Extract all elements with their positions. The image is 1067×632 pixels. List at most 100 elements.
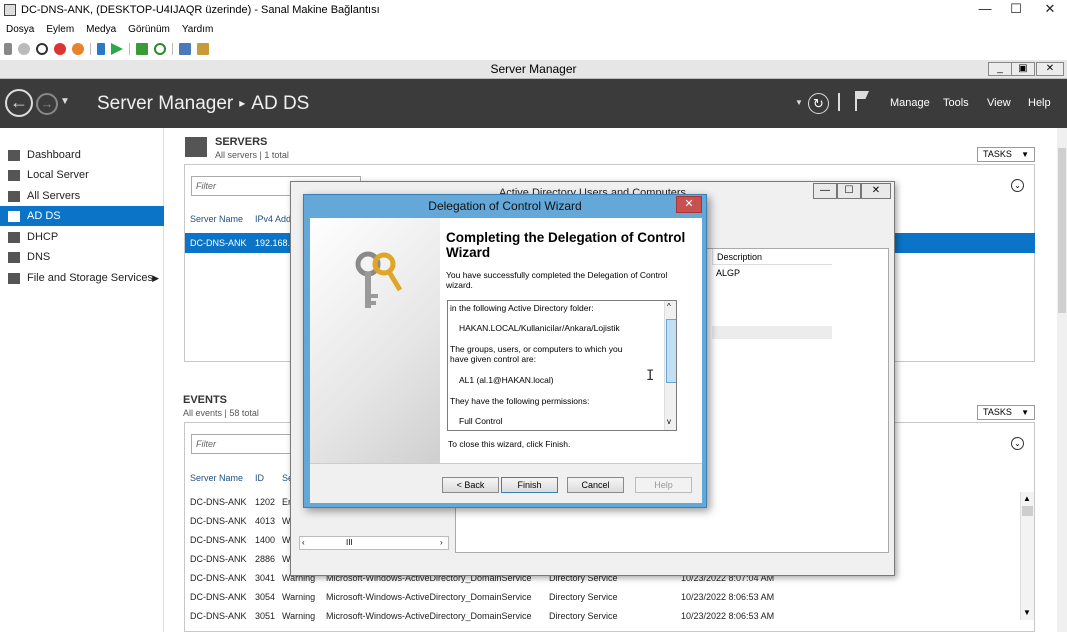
events-section-title: EVENTS [183, 394, 228, 406]
event-date-cell: 10/23/2022 8:06:53 AM [681, 611, 775, 621]
sidebar-item-all-servers[interactable]: All Servers [0, 186, 164, 206]
summary-line: have given control are: [450, 354, 536, 364]
resume-icon[interactable] [111, 43, 123, 55]
events-scrollbar[interactable]: ▲ ▼ [1020, 492, 1034, 620]
turn-off-icon[interactable] [36, 43, 48, 55]
event-log-cell: Directory Service [549, 611, 618, 621]
scroll-thumb[interactable] [666, 319, 676, 383]
scroll-up-icon[interactable]: ^ [667, 302, 671, 311]
column-header-description[interactable]: Description [712, 249, 832, 265]
aduc-minimize-button[interactable]: — [813, 183, 837, 199]
main-scrollbar[interactable] [1057, 128, 1067, 632]
summary-scrollbar[interactable]: ^ v [664, 301, 676, 430]
history-dropdown-icon[interactable]: ▼ [60, 96, 70, 107]
sidebar-item-label: All Servers [27, 190, 81, 202]
help-button[interactable]: Help [635, 477, 692, 493]
back-button[interactable]: < Back [442, 477, 499, 493]
vm-close-button[interactable]: ✕ [1027, 0, 1067, 20]
wizard-summary-textbox[interactable]: in the following Active Directory folder… [447, 300, 677, 431]
cancel-button[interactable]: Cancel [567, 477, 624, 493]
wizard-content: Completing the Delegation of Control Wiz… [440, 218, 702, 463]
event-id-cell: 3041 [255, 573, 276, 583]
menu-gorunum[interactable]: Görünüm [122, 24, 176, 35]
sidebar-item-dashboard[interactable]: Dashboard [0, 145, 164, 165]
servers-section-title: SERVERS [215, 136, 268, 148]
event-source-cell: Microsoft-Windows-ActiveDirectory_Domain… [326, 592, 532, 602]
refresh-icon[interactable]: ↻ [808, 93, 829, 114]
servers-tasks-button[interactable]: TASKS ▼ [977, 147, 1035, 162]
tasks-dropdown-icon: ▼ [1021, 408, 1029, 417]
column-header-ipv4[interactable]: IPv4 Add [255, 214, 291, 224]
revert-icon[interactable] [154, 43, 166, 55]
shutdown-icon[interactable] [54, 43, 66, 55]
sidebar-item-label: File and Storage Services [27, 272, 153, 284]
event-server-cell: DC-DNS-ANK [190, 592, 247, 602]
selection-highlight [712, 326, 832, 339]
wizard-intro-text: You have successfully completed the Dele… [446, 270, 668, 290]
event-server-cell: DC-DNS-ANK [190, 516, 247, 526]
share-icon[interactable] [197, 43, 209, 55]
sidebar-item-local-server[interactable]: Local Server [0, 165, 164, 185]
scroll-right-icon[interactable]: › [440, 538, 443, 547]
events-tasks-button[interactable]: TASKS ▼ [977, 405, 1035, 420]
scroll-thumb[interactable]: III [346, 538, 353, 547]
scroll-up-icon[interactable]: ▲ [1023, 494, 1031, 503]
keys-icon [355, 251, 403, 308]
checkpoint-icon[interactable] [136, 43, 148, 55]
breadcrumb-root[interactable]: Server Manager [97, 93, 233, 114]
events-filter-input[interactable]: Filter [191, 434, 291, 454]
ctrl-alt-del-icon[interactable] [4, 43, 12, 55]
ipv4-cell: 192.168. [255, 238, 291, 248]
event-id-cell: 2886 [255, 554, 276, 564]
expand-arrow-icon[interactable]: ▶ [152, 273, 159, 284]
column-header-id[interactable]: ID [255, 473, 264, 483]
sidebar-item-dhcp[interactable]: DHCP [0, 227, 164, 247]
menu-manage[interactable]: Manage [890, 97, 930, 109]
sm-close-button[interactable]: ✕ [1036, 62, 1064, 76]
sidebar-item-file-storage[interactable]: File and Storage Services ▶ [0, 268, 164, 288]
pause-icon[interactable] [97, 43, 105, 55]
finish-button[interactable]: Finish [501, 477, 558, 493]
back-arrow-icon[interactable]: ← [5, 89, 33, 117]
column-header-server-name[interactable]: Server Name [190, 214, 243, 224]
dhcp-icon [8, 231, 20, 243]
notifications-flag-icon[interactable] [855, 91, 869, 111]
menu-eylem[interactable]: Eylem [40, 24, 80, 35]
column-header-server-name[interactable]: Server Name [190, 473, 243, 483]
save-icon[interactable] [72, 43, 84, 55]
menu-view[interactable]: View [987, 97, 1011, 109]
menu-tools[interactable]: Tools [943, 97, 969, 109]
server-manager-title-bar: Server Manager [0, 60, 1067, 79]
scroll-down-icon[interactable]: v [667, 417, 671, 426]
events-expand-chevron-icon[interactable]: ⌄ [1011, 437, 1024, 450]
event-log-cell: Directory Service [549, 592, 618, 602]
scroll-thumb[interactable] [1058, 148, 1066, 313]
file-storage-icon [8, 272, 20, 284]
sidebar-item-ad-ds[interactable]: AD DS [0, 206, 164, 226]
menu-help[interactable]: Help [1028, 97, 1051, 109]
servers-expand-chevron-icon[interactable]: ⌄ [1011, 179, 1024, 192]
start-icon[interactable] [18, 43, 30, 55]
all-servers-icon [8, 190, 20, 202]
event-source-cell: Microsoft-Windows-ActiveDirectory_Domain… [326, 611, 532, 621]
sidebar-item-dns[interactable]: DNS [0, 247, 164, 267]
servers-section-icon [185, 137, 207, 157]
wizard-close-button[interactable]: ✕ [676, 196, 702, 213]
tree-horizontal-scrollbar[interactable]: ‹ III › [299, 536, 449, 550]
menu-yardim[interactable]: Yardım [176, 24, 220, 35]
menu-dosya[interactable]: Dosya [0, 24, 40, 35]
scroll-thumb[interactable] [1022, 506, 1033, 516]
sm-minimize-button[interactable]: _ [988, 62, 1012, 76]
sm-maximize-button[interactable]: ▣ [1011, 62, 1035, 76]
menu-medya[interactable]: Medya [80, 24, 122, 35]
enhanced-session-icon[interactable] [179, 43, 191, 55]
scroll-down-icon[interactable]: ▼ [1023, 608, 1031, 617]
breadcrumb-current: AD DS [251, 93, 310, 114]
sidebar-item-label: Dashboard [27, 149, 81, 161]
aduc-maximize-button[interactable]: ☐ [837, 183, 861, 199]
forward-arrow-icon[interactable]: → [36, 93, 58, 115]
scroll-left-icon[interactable]: ‹ [302, 538, 305, 547]
aduc-close-button[interactable]: ✕ [861, 183, 891, 199]
event-server-cell: DC-DNS-ANK [190, 535, 247, 545]
refresh-dropdown-icon[interactable]: ▼ [795, 98, 803, 107]
